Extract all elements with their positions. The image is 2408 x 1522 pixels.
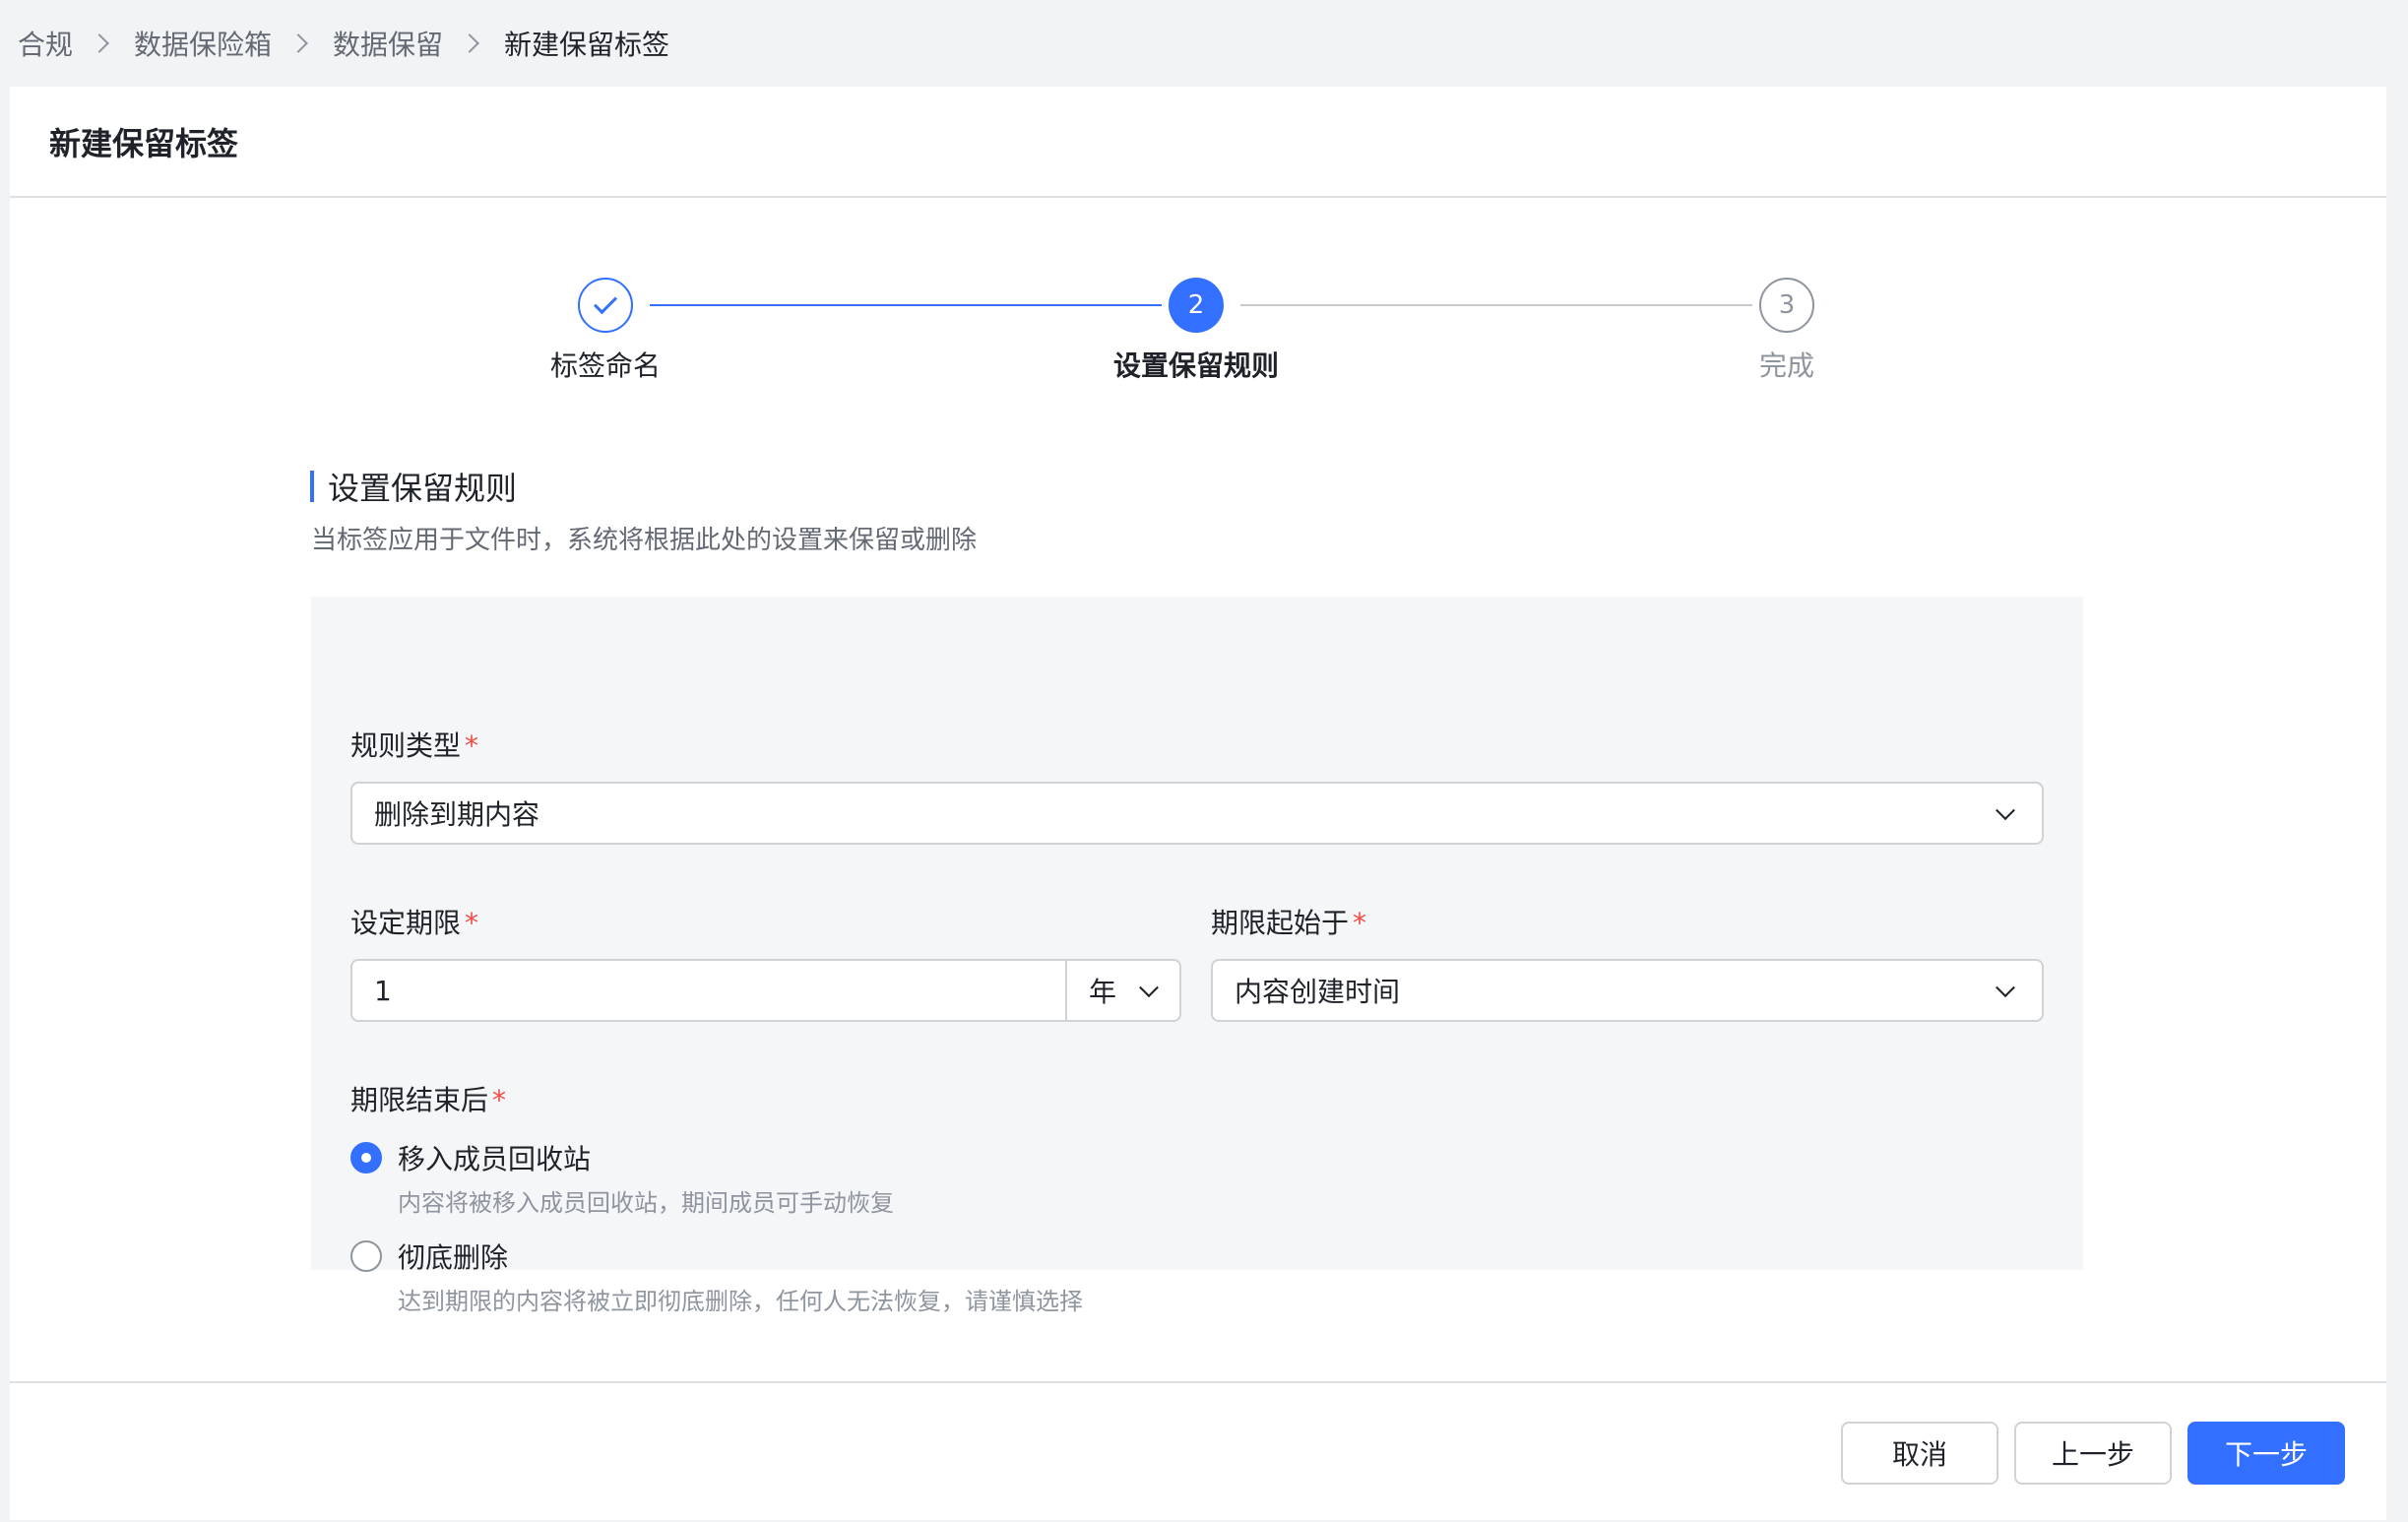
radio-permanent-delete[interactable]: 彻底删除 — [350, 1237, 508, 1276]
breadcrumb-item-current: 新建保留标签 — [504, 29, 670, 61]
main-card: 新建保留标签 2 3 标签命名 设置保留规则 完成 设置保留规则 当标签应用于文… — [10, 87, 2386, 1520]
required-mark: * — [465, 729, 479, 762]
section-title-text: 设置保留规则 — [328, 470, 518, 507]
period-unit-value: 年 — [1089, 976, 1117, 1008]
period-input-group: 1 年 — [350, 959, 1181, 1022]
cancel-button[interactable]: 取消 — [1841, 1422, 1998, 1485]
breadcrumb-item-compliance[interactable]: 合规 — [18, 24, 73, 63]
chevron-down-icon — [1996, 978, 2015, 998]
step-connector-2 — [1240, 304, 1752, 306]
chevron-right-icon — [460, 33, 479, 53]
chevron-right-icon — [288, 33, 308, 53]
required-mark: * — [465, 907, 479, 939]
step-1-label: 标签命名 — [549, 349, 661, 382]
chevron-right-icon — [90, 33, 109, 53]
step-3-label: 完成 — [1758, 349, 1814, 382]
previous-step-button[interactable]: 上一步 — [2014, 1422, 2172, 1485]
radio-checked-icon[interactable] — [350, 1142, 382, 1173]
required-mark: * — [1353, 907, 1367, 939]
period-label: 设定期限 * — [350, 907, 479, 939]
section-description: 当标签应用于文件时，系统将根据此处的设置来保留或删除 — [311, 526, 978, 555]
breadcrumb-item-data-retention[interactable]: 数据保留 — [333, 24, 443, 63]
step-connector-1 — [650, 304, 1162, 306]
rule-type-label: 规则类型 * — [350, 729, 479, 762]
radio-description: 内容将被移入成员回收站，期间成员可手动恢复 — [398, 1189, 894, 1217]
radio-description: 达到期限的内容将被立即彻底删除，任何人无法恢复，请谨慎选择 — [398, 1288, 1083, 1315]
period-unit-select[interactable]: 年 — [1067, 961, 1179, 1020]
step-2-label: 设置保留规则 — [1112, 349, 1279, 382]
chevron-down-icon — [1996, 800, 2015, 821]
check-icon — [593, 290, 618, 315]
period-value-input[interactable]: 1 — [352, 961, 1067, 1020]
next-step-button[interactable]: 下一步 — [2187, 1422, 2345, 1485]
section-accent-bar — [310, 471, 314, 502]
rule-type-value: 删除到期内容 — [374, 798, 540, 831]
chevron-down-icon — [1139, 978, 1159, 998]
start-select[interactable]: 内容创建时间 — [1211, 959, 2044, 1022]
start-label: 期限起始于 * — [1211, 907, 1367, 939]
required-mark: * — [492, 1084, 507, 1116]
radio-label: 彻底删除 — [398, 1241, 509, 1274]
footer-divider — [10, 1381, 2386, 1383]
step-2-indicator: 2 — [1169, 278, 1224, 333]
step-1-indicator — [578, 278, 633, 333]
breadcrumb-item-data-vault[interactable]: 数据保险箱 — [134, 24, 272, 63]
radio-unchecked-icon[interactable] — [350, 1240, 382, 1272]
after-end-label: 期限结束后 * — [350, 1084, 507, 1116]
rule-type-select[interactable]: 删除到期内容 — [350, 782, 2044, 845]
stepper: 2 3 标签命名 设置保留规则 完成 — [10, 87, 2386, 382]
breadcrumb: 合规 数据保险箱 数据保留 新建保留标签 — [18, 22, 669, 65]
section-title: 设置保留规则 — [310, 467, 518, 507]
step-3-indicator: 3 — [1759, 278, 1814, 333]
rule-form-panel: 规则类型 * 删除到期内容 设定期限 * 1 年 期限起始于 * 内容创建时间 期限结… — [311, 597, 2083, 1315]
radio-label: 移入成员回收站 — [398, 1143, 592, 1175]
radio-move-to-recycle[interactable]: 移入成员回收站 — [350, 1138, 591, 1177]
start-value: 内容创建时间 — [1235, 976, 1401, 1008]
